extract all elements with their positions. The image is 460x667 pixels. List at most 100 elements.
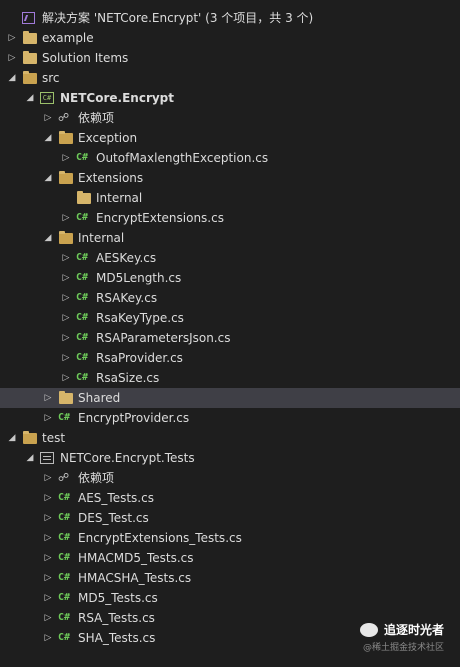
tree-item-label: RSA_Tests.cs <box>78 611 155 625</box>
tree-arrow-spacer <box>60 188 72 208</box>
tree-item-label: RsaSize.cs <box>96 371 160 385</box>
collapse-arrow-icon[interactable]: ◢ <box>42 228 54 248</box>
expand-arrow-icon[interactable]: ▷ <box>60 288 72 308</box>
tree-item[interactable]: ▷ C# RSAParametersJson.cs <box>0 328 460 348</box>
tree-item[interactable]: ▷ C# AESKey.cs <box>0 248 460 268</box>
tree-item[interactable]: ▷ ☍ 依赖项 <box>0 108 460 128</box>
tree-item[interactable]: ▷ example <box>0 28 460 48</box>
tree-arrow-spacer <box>6 8 18 28</box>
tree-item[interactable]: ◢ Extensions <box>0 168 460 188</box>
watermark-title: 追逐时光者 <box>383 623 444 637</box>
tree-item-label: RsaProvider.cs <box>96 351 183 365</box>
folder-icon <box>76 190 92 206</box>
csharp-project-icon: C# <box>40 90 56 106</box>
tree-item-label: AESKey.cs <box>96 251 157 265</box>
tree-item-label: EncryptProvider.cs <box>78 411 190 425</box>
tree-item-label: Exception <box>78 131 138 145</box>
collapse-arrow-icon[interactable]: ◢ <box>6 68 18 88</box>
csharp-file-icon: C# <box>76 372 89 383</box>
tree-item[interactable]: ▷ C# HMACMD5_Tests.cs <box>0 548 460 568</box>
expand-arrow-icon[interactable]: ▷ <box>42 408 54 428</box>
collapse-arrow-icon[interactable]: ◢ <box>6 428 18 448</box>
expand-arrow-icon[interactable]: ▷ <box>42 488 54 508</box>
tree-item[interactable]: ▷ C# EncryptProvider.cs <box>0 408 460 428</box>
tree-item[interactable]: 解决方案 'NETCore.Encrypt' (3 个项目，共 3 个) <box>0 8 460 28</box>
tree-item[interactable]: ◢ C# NETCore.Encrypt <box>0 88 460 108</box>
csharp-file-icon: C# <box>76 292 89 303</box>
dependencies-icon: ☍ <box>58 111 70 124</box>
tree-item-label: EncryptExtensions_Tests.cs <box>78 531 242 545</box>
tree-item[interactable]: ◢ src <box>0 68 460 88</box>
expand-arrow-icon[interactable]: ▷ <box>6 48 18 68</box>
tree-item-label: NETCore.Encrypt.Tests <box>60 451 195 465</box>
watermark: 追逐时光者 @稀土掘金技术社区 <box>359 621 444 653</box>
tree-item[interactable]: ▷ ☍ 依赖项 <box>0 468 460 488</box>
tree-item[interactable]: ▷ Shared <box>0 388 460 408</box>
expand-arrow-icon[interactable]: ▷ <box>42 568 54 588</box>
folder-open-icon <box>58 170 74 186</box>
tree-item[interactable]: ▷ C# EncryptExtensions.cs <box>0 208 460 228</box>
tree-item-label: EncryptExtensions.cs <box>96 211 224 225</box>
csharp-file-icon: C# <box>76 252 89 263</box>
tree-item[interactable]: ◢ NETCore.Encrypt.Tests <box>0 448 460 468</box>
csharp-file-icon: C# <box>58 592 71 603</box>
tree-item[interactable]: ▷ C# RsaProvider.cs <box>0 348 460 368</box>
tree-item-label: OutofMaxlengthException.cs <box>96 151 269 165</box>
collapse-arrow-icon[interactable]: ◢ <box>24 448 36 468</box>
expand-arrow-icon[interactable]: ▷ <box>42 388 54 408</box>
expand-arrow-icon[interactable]: ▷ <box>42 108 54 128</box>
tree-item[interactable]: ▷ C# RsaKeyType.cs <box>0 308 460 328</box>
collapse-arrow-icon[interactable]: ◢ <box>24 88 36 108</box>
tree-item[interactable]: ▷ C# AES_Tests.cs <box>0 488 460 508</box>
tree-item[interactable]: ▷ C# OutofMaxlengthException.cs <box>0 148 460 168</box>
expand-arrow-icon[interactable]: ▷ <box>42 608 54 628</box>
folder-open-icon <box>22 430 38 446</box>
tree-item[interactable]: ▷ C# MD5_Tests.cs <box>0 588 460 608</box>
csharp-file-icon: C# <box>58 492 71 503</box>
folder-icon <box>22 30 38 46</box>
expand-arrow-icon[interactable]: ▷ <box>60 308 72 328</box>
folder-open-icon <box>22 70 38 86</box>
expand-arrow-icon[interactable]: ▷ <box>42 528 54 548</box>
tree-item-label: 依赖项 <box>78 111 115 125</box>
collapse-arrow-icon[interactable]: ◢ <box>42 168 54 188</box>
expand-arrow-icon[interactable]: ▷ <box>42 548 54 568</box>
tree-item-label: example <box>42 31 94 45</box>
csharp-file-icon: C# <box>76 152 89 163</box>
tree-item[interactable]: ▷ Solution Items <box>0 48 460 68</box>
tree-item-label: RSAKey.cs <box>96 291 158 305</box>
tree-item[interactable]: ◢ Exception <box>0 128 460 148</box>
expand-arrow-icon[interactable]: ▷ <box>42 508 54 528</box>
solution-explorer-tree: 解决方案 'NETCore.Encrypt' (3 个项目，共 3 个) ▷ exa… <box>0 8 460 648</box>
csharp-file-icon: C# <box>58 632 71 643</box>
tree-item-label: Internal <box>78 231 125 245</box>
solution-icon <box>22 10 38 26</box>
tree-item[interactable]: ▷ C# MD5Length.cs <box>0 268 460 288</box>
expand-arrow-icon[interactable]: ▷ <box>60 348 72 368</box>
tree-item-label: Shared <box>78 391 121 405</box>
tree-item[interactable]: ▷ C# EncryptExtensions_Tests.cs <box>0 528 460 548</box>
expand-arrow-icon[interactable]: ▷ <box>42 628 54 648</box>
collapse-arrow-icon[interactable]: ◢ <box>42 128 54 148</box>
tree-item[interactable]: ◢ test <box>0 428 460 448</box>
expand-arrow-icon[interactable]: ▷ <box>6 28 18 48</box>
expand-arrow-icon[interactable]: ▷ <box>60 328 72 348</box>
tree-item[interactable]: ▷ C# RsaSize.cs <box>0 368 460 388</box>
tree-item-label: test <box>42 431 66 445</box>
tree-item-label: RSAParametersJson.cs <box>96 331 231 345</box>
expand-arrow-icon[interactable]: ▷ <box>60 248 72 268</box>
tree-item[interactable]: ▷ C# RSAKey.cs <box>0 288 460 308</box>
csharp-file-icon: C# <box>76 332 89 343</box>
csharp-file-icon: C# <box>58 512 71 523</box>
expand-arrow-icon[interactable]: ▷ <box>42 468 54 488</box>
tree-item[interactable]: ◢ Internal <box>0 228 460 248</box>
expand-arrow-icon[interactable]: ▷ <box>60 268 72 288</box>
tree-item[interactable]: ▷ C# HMACSHA_Tests.cs <box>0 568 460 588</box>
expand-arrow-icon[interactable]: ▷ <box>60 208 72 228</box>
expand-arrow-icon[interactable]: ▷ <box>60 368 72 388</box>
expand-arrow-icon[interactable]: ▷ <box>42 588 54 608</box>
tree-item-label: HMACSHA_Tests.cs <box>78 571 192 585</box>
tree-item[interactable]: ▷ C# DES_Test.cs <box>0 508 460 528</box>
tree-item[interactable]: Internal <box>0 188 460 208</box>
expand-arrow-icon[interactable]: ▷ <box>60 148 72 168</box>
